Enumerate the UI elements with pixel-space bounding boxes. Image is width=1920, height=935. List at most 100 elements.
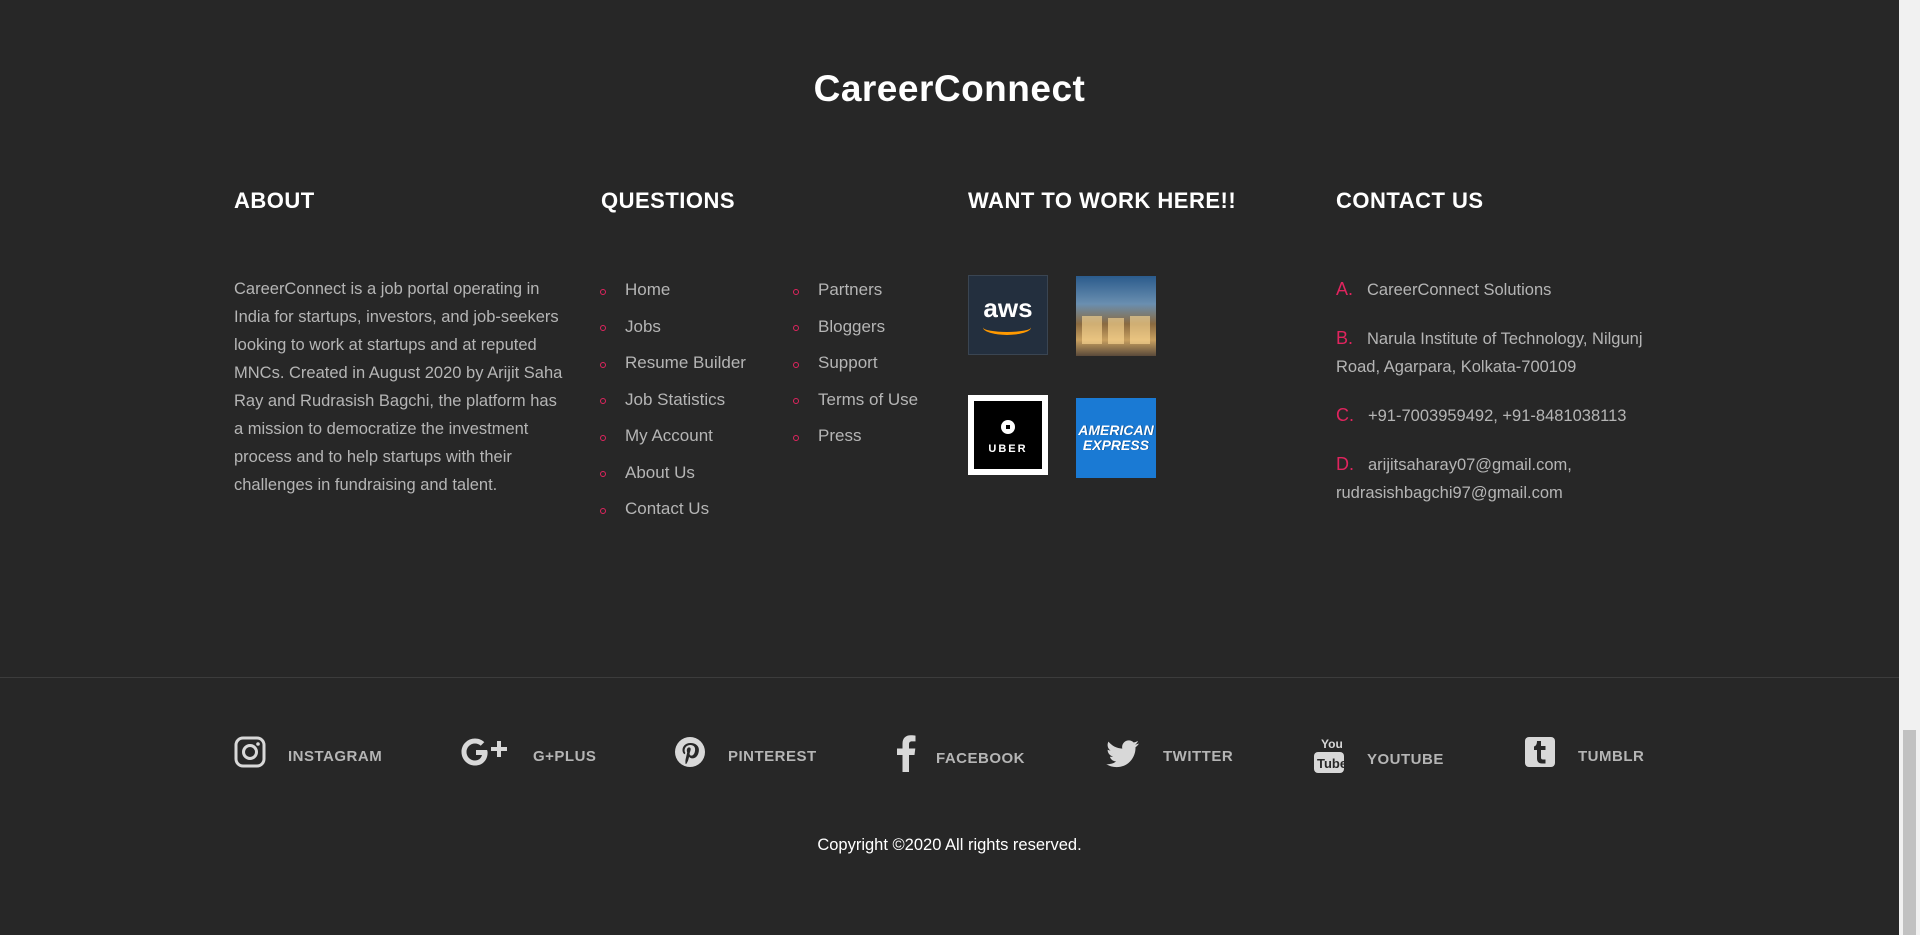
link-support[interactable]: Support — [793, 345, 918, 382]
link-label[interactable]: My Account — [625, 426, 713, 446]
social-label: FACEBOOK — [936, 749, 1026, 767]
social-label: YOUTUBE — [1367, 750, 1444, 768]
link-partners[interactable]: Partners — [793, 272, 918, 309]
social-youtube[interactable]: You Tube YOUTUBE — [1313, 735, 1444, 775]
svg-text:You: You — [1321, 737, 1343, 751]
scrollbar-thumb[interactable] — [1903, 730, 1916, 935]
aws-logo[interactable]: aws — [968, 275, 1048, 355]
bullet-icon — [600, 325, 606, 332]
contact-letter: A. — [1336, 279, 1354, 299]
contact-item-phone: C. +91-7003959492, +91-8481038113 — [1336, 401, 1656, 430]
contact-list: A. CareerConnect Solutions B. Narula Insti… — [1336, 275, 1656, 527]
contact-item-address: B. Narula Institute of Technology, Nilgun… — [1336, 324, 1656, 381]
social-twitter[interactable]: TWITTER — [1105, 735, 1233, 769]
brand-title: CareerConnect — [813, 68, 1086, 109]
bullet-icon — [600, 361, 606, 368]
instagram-icon — [234, 736, 266, 768]
social-label: PINTEREST — [728, 747, 817, 765]
uber-logo[interactable]: UBER — [968, 395, 1048, 475]
company-building-image[interactable] — [1076, 276, 1156, 356]
work-section: WANT TO WORK HERE!! — [968, 188, 1236, 214]
about-text: CareerConnect is a job portal operating … — [234, 280, 563, 494]
twitter-icon — [1106, 740, 1139, 768]
bullet-icon — [600, 434, 606, 441]
footer-page: CareerConnect ABOUT CareerConnect is a j… — [0, 0, 1899, 935]
aws-smile-icon — [983, 320, 1031, 335]
about-title: ABOUT — [234, 188, 315, 213]
bullet-icon — [793, 398, 799, 405]
social-label: INSTAGRAM — [288, 747, 383, 765]
link-press[interactable]: Press — [793, 418, 918, 455]
link-label[interactable]: Job Statistics — [625, 390, 725, 410]
contact-text: CareerConnect Solutions — [1367, 281, 1552, 299]
link-label[interactable]: Terms of Use — [818, 390, 918, 410]
contact-text: +91-7003959492, +91-8481038113 — [1368, 407, 1627, 425]
youtube-icon: You Tube — [1314, 737, 1345, 773]
svg-text:Tube: Tube — [1317, 756, 1345, 771]
link-contact-us[interactable]: Contact Us — [600, 491, 746, 528]
google-plus-icon — [461, 738, 507, 766]
link-label[interactable]: Press — [818, 426, 861, 446]
amex-logo-text: AMERICAN EXPRESS — [1078, 422, 1154, 453]
link-label[interactable]: Bloggers — [818, 317, 885, 337]
link-label[interactable]: Contact Us — [625, 499, 709, 519]
bullet-icon — [600, 288, 606, 295]
link-label[interactable]: About Us — [625, 463, 695, 483]
about-section: ABOUT — [234, 188, 315, 214]
bullet-icon — [793, 361, 799, 368]
link-job-statistics[interactable]: Job Statistics — [600, 382, 746, 419]
questions-links-col1: Home Jobs Resume Builder Job Statistics … — [600, 272, 746, 528]
social-label: TWITTER — [1163, 747, 1234, 765]
link-home[interactable]: Home — [600, 272, 746, 309]
uber-icon — [1001, 420, 1015, 434]
contact-text: Narula Institute of Technology, Nilgunj … — [1336, 330, 1643, 376]
link-bloggers[interactable]: Bloggers — [793, 309, 918, 346]
contact-title: CONTACT US — [1336, 188, 1484, 213]
facebook-icon — [897, 735, 916, 772]
questions-section: QUESTIONS — [601, 188, 735, 214]
link-label[interactable]: Partners — [818, 280, 882, 300]
questions-links-col2: Partners Bloggers Support Terms of Use P… — [793, 272, 918, 455]
link-my-account[interactable]: My Account — [600, 418, 746, 455]
link-label[interactable]: Jobs — [625, 317, 661, 337]
link-label[interactable]: Resume Builder — [625, 353, 746, 373]
social-label: TUMBLR — [1578, 747, 1645, 765]
pinterest-icon — [675, 737, 705, 767]
bullet-icon — [600, 398, 606, 405]
questions-title: QUESTIONS — [601, 188, 736, 213]
contact-letter: B. — [1336, 328, 1354, 348]
social-label: G+PLUS — [533, 747, 597, 765]
social-tumblr[interactable]: TUMBLR — [1524, 735, 1644, 769]
footer-divider — [0, 677, 1899, 678]
bullet-icon — [600, 471, 606, 478]
amex-logo[interactable]: AMERICAN EXPRESS — [1076, 398, 1156, 478]
contact-letter: C. — [1336, 405, 1354, 425]
uber-logo-text: UBER — [988, 443, 1028, 455]
link-resume-builder[interactable]: Resume Builder — [600, 345, 746, 382]
link-label[interactable]: Support — [818, 353, 878, 373]
bullet-icon — [793, 434, 799, 441]
tumblr-icon — [1525, 737, 1555, 767]
bullet-icon — [793, 325, 799, 332]
link-about-us[interactable]: About Us — [600, 455, 746, 492]
bullet-icon — [793, 288, 799, 295]
social-facebook[interactable]: FACEBOOK — [895, 735, 1025, 773]
social-google-plus[interactable]: G+PLUS — [461, 735, 596, 769]
link-jobs[interactable]: Jobs — [600, 309, 746, 346]
link-terms-of-use[interactable]: Terms of Use — [793, 382, 918, 419]
contact-text: arijitsaharay07@gmail.com, rudrasishbagc… — [1336, 456, 1572, 502]
link-label[interactable]: Home — [625, 280, 670, 300]
copyright-text: Copyright ©2020 All rights reserved. — [817, 836, 1082, 854]
building-window — [1082, 316, 1102, 344]
bullet-icon — [600, 507, 606, 514]
building-window — [1108, 318, 1124, 344]
work-title: WANT TO WORK HERE!! — [968, 188, 1237, 213]
contact-section: CONTACT US — [1336, 188, 1484, 214]
social-pinterest[interactable]: PINTEREST — [674, 735, 817, 769]
contact-letter: D. — [1336, 454, 1354, 474]
building-window — [1130, 316, 1150, 344]
contact-item-company: A. CareerConnect Solutions — [1336, 275, 1656, 304]
page-scrollbar[interactable] — [1899, 0, 1920, 935]
social-instagram[interactable]: INSTAGRAM — [234, 735, 382, 769]
contact-item-email: D. arijitsaharay07@gmail.com, rudrasishba… — [1336, 450, 1656, 507]
